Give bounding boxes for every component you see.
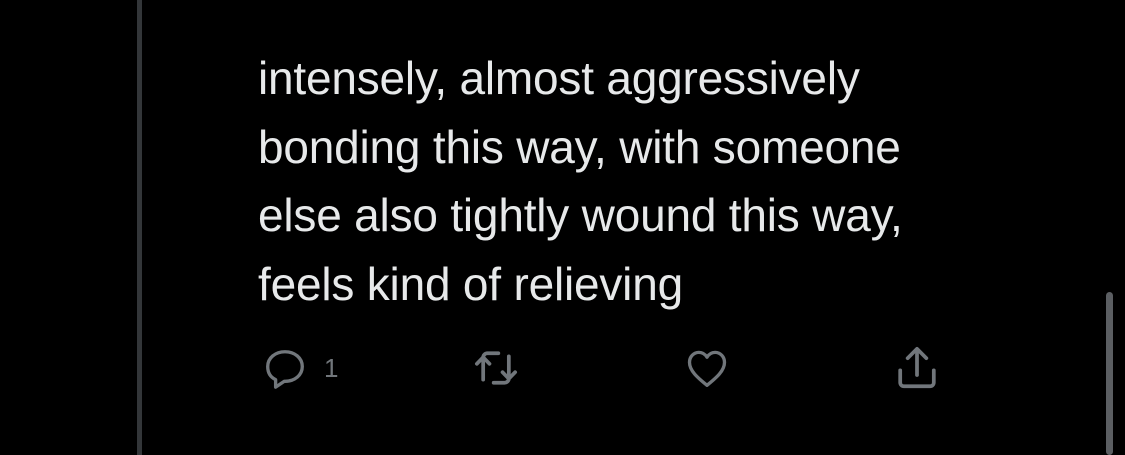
tweet-text-line: feels kind of relieving [258, 257, 683, 310]
tweet-text: intensely, almost aggressively bonding t… [258, 44, 1078, 318]
heart-icon [682, 343, 732, 393]
reply-icon [260, 343, 310, 393]
retweet-button[interactable] [468, 340, 524, 396]
tweet-text-line: else also tightly wound this way, [258, 189, 903, 241]
tweet-actions-bar: 1 [0, 340, 1125, 400]
tweet-text-line: bonding this way, with someone [258, 120, 901, 173]
tweet-text-line: intensely, almost aggressively [258, 52, 860, 104]
like-button[interactable] [682, 340, 732, 396]
reply-count: 1 [324, 352, 339, 383]
share-icon [889, 340, 945, 396]
reply-button[interactable]: 1 [260, 340, 338, 396]
scrollbar[interactable] [1106, 292, 1113, 455]
share-button[interactable] [889, 340, 945, 396]
retweet-icon [468, 340, 524, 396]
